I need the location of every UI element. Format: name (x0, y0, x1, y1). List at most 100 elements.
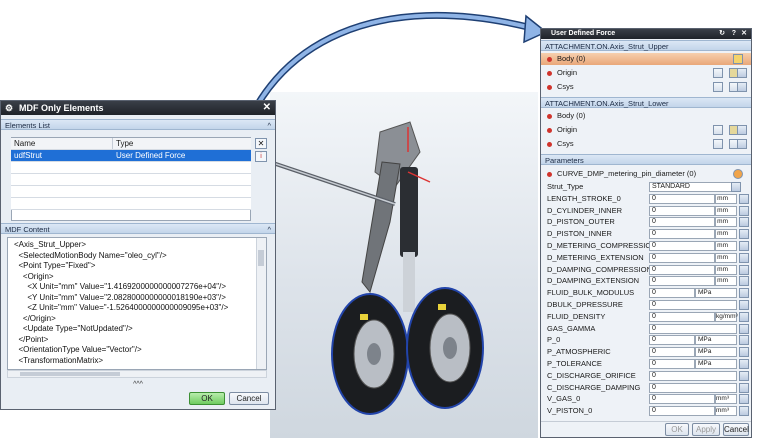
gear-icon[interactable]: ⚙ (5, 101, 13, 115)
unit-select[interactable]: kg/mm³ (715, 311, 738, 322)
upper-body-row[interactable]: Body (0) (541, 53, 751, 65)
vertical-scrollbar[interactable] (256, 238, 266, 369)
parameter-value-field[interactable]: 0 (649, 252, 715, 263)
column-header-name[interactable]: Name (11, 138, 113, 149)
table-row[interactable]: udfStrut User Defined Force (11, 150, 251, 162)
unit-select[interactable]: mm³ (715, 406, 737, 417)
parameter-value-field[interactable]: 0 (649, 288, 695, 299)
chevron-down-icon[interactable] (737, 68, 747, 78)
parameter-value-field[interactable]: 0 (649, 229, 715, 240)
point-dialog-icon[interactable] (713, 68, 723, 78)
lower-csys-row[interactable]: Csys (541, 138, 751, 150)
parameter-value-field[interactable]: 0 (649, 193, 715, 204)
mdf-content-header[interactable]: MDF Content ^ (1, 223, 275, 234)
parameter-value-field[interactable]: 0 (649, 276, 715, 287)
apply-button[interactable]: Apply (692, 423, 720, 436)
parameter-value-field[interactable]: 0 (649, 347, 695, 358)
parameter-value-field[interactable]: 0 (649, 323, 737, 334)
chevron-down-icon[interactable] (739, 359, 749, 369)
chevron-down-icon[interactable] (739, 382, 749, 393)
parameter-value-field[interactable]: 0 (649, 241, 715, 251)
chevron-down-icon[interactable] (737, 82, 747, 92)
chevron-down-icon[interactable] (739, 241, 749, 251)
mdf-content-textarea[interactable]: <Axis_Strut_Upper> <SelectedMotionBody N… (7, 237, 267, 370)
parameter-value-field[interactable]: 0 (649, 382, 737, 393)
parameter-value-field[interactable]: 0 (649, 264, 715, 275)
parameter-value-field[interactable]: 0 (649, 406, 715, 417)
collapse-icon[interactable]: ^ (267, 224, 271, 235)
unit-select[interactable]: mm (715, 264, 737, 275)
unit-select[interactable]: mm (715, 241, 737, 251)
unit-select[interactable]: MPa (695, 288, 737, 299)
ok-button[interactable]: OK (189, 392, 225, 405)
close-icon[interactable]: ✕ (263, 101, 271, 115)
lower-attachment-header[interactable]: ATTACHMENT.ON.Axis_Strut_Lower (541, 97, 751, 108)
upper-attachment-header[interactable]: ATTACHMENT.ON.Axis_Strut_Upper (541, 40, 751, 51)
select-body-icon[interactable] (733, 54, 743, 64)
delete-icon[interactable]: ✕ (255, 138, 267, 149)
chevron-down-icon[interactable] (739, 217, 749, 228)
unit-select[interactable]: mm (715, 252, 737, 263)
close-icon[interactable]: ✕ (741, 29, 747, 39)
mdf-title-bar[interactable]: ⚙ MDF Only Elements ✕ (1, 101, 275, 115)
unit-select[interactable]: mm (715, 229, 737, 240)
parameter-value-field[interactable]: 0 (649, 359, 695, 369)
chevron-down-icon[interactable] (739, 264, 749, 275)
parameter-value-field[interactable]: 0 (649, 335, 695, 346)
chevron-down-icon[interactable] (739, 193, 749, 204)
chevron-down-icon[interactable] (739, 229, 749, 240)
parameter-value-field[interactable]: 0 (649, 370, 737, 381)
scrollbar-thumb[interactable] (258, 250, 264, 266)
column-header-type[interactable]: Type (113, 138, 251, 149)
parameter-value-field[interactable]: 0 (649, 205, 715, 216)
chevron-down-icon[interactable] (739, 335, 749, 346)
chevron-down-icon[interactable] (737, 125, 747, 135)
expand-toggle[interactable]: ^^^ (1, 380, 275, 389)
ok-button[interactable]: OK (665, 423, 689, 436)
cancel-button[interactable]: Cancel (229, 392, 269, 405)
unit-select[interactable]: MPa (695, 335, 737, 346)
chevron-down-icon[interactable] (739, 347, 749, 358)
parameter-value-field[interactable]: 0 (649, 311, 715, 322)
csys-dialog-icon[interactable] (713, 82, 723, 92)
parameter-value-field[interactable]: 0 (649, 300, 737, 310)
chevron-down-icon[interactable] (739, 276, 749, 287)
horizontal-scrollbar[interactable] (7, 370, 267, 378)
help-icon[interactable]: ? (732, 29, 736, 39)
chevron-down-icon[interactable] (739, 311, 749, 322)
parameter-value-field[interactable]: STANDARD (649, 182, 741, 192)
collapse-icon[interactable]: ^ (267, 120, 271, 131)
cancel-button[interactable]: Cancel (723, 423, 749, 436)
elements-list-header[interactable]: Elements List ^ (1, 119, 275, 130)
upper-csys-row[interactable]: Csys (541, 81, 751, 93)
upper-origin-row[interactable]: Origin (541, 67, 751, 79)
unit-select[interactable]: mm (715, 217, 737, 228)
udf-title-bar[interactable]: User Defined Force ↻ ? ✕ (541, 29, 751, 39)
chevron-down-icon[interactable] (731, 182, 741, 192)
chevron-down-icon[interactable] (739, 252, 749, 263)
chevron-down-icon[interactable] (739, 406, 749, 417)
curve-select-icon[interactable] (733, 169, 743, 179)
reset-icon[interactable]: ↻ (719, 29, 725, 39)
unit-select[interactable]: mm (715, 193, 737, 204)
chevron-down-icon[interactable] (739, 323, 749, 334)
curve-row[interactable]: CURVE_DMP_metering_pin_diameter (0) (541, 168, 751, 180)
point-dialog-icon[interactable] (713, 125, 723, 135)
chevron-down-icon[interactable] (739, 300, 749, 310)
parameter-value-field[interactable]: 0 (649, 217, 715, 228)
csys-dialog-icon[interactable] (713, 139, 723, 149)
chevron-down-icon[interactable] (739, 205, 749, 216)
parameter-value-field[interactable]: 0 (649, 394, 715, 405)
chevron-down-icon[interactable] (739, 394, 749, 405)
chevron-down-icon[interactable] (737, 139, 747, 149)
information-icon[interactable]: i (255, 151, 267, 162)
unit-select[interactable]: mm³ (715, 394, 737, 405)
chevron-down-icon[interactable] (739, 370, 749, 381)
lower-origin-row[interactable]: Origin (541, 124, 751, 136)
lower-body-row[interactable]: Body (0) (541, 110, 751, 122)
unit-select[interactable]: MPa (695, 347, 737, 358)
unit-select[interactable]: MPa (695, 359, 737, 369)
parameters-header[interactable]: Parameters (541, 154, 751, 165)
chevron-down-icon[interactable] (739, 288, 749, 299)
scrollbar-thumb[interactable] (20, 372, 120, 376)
